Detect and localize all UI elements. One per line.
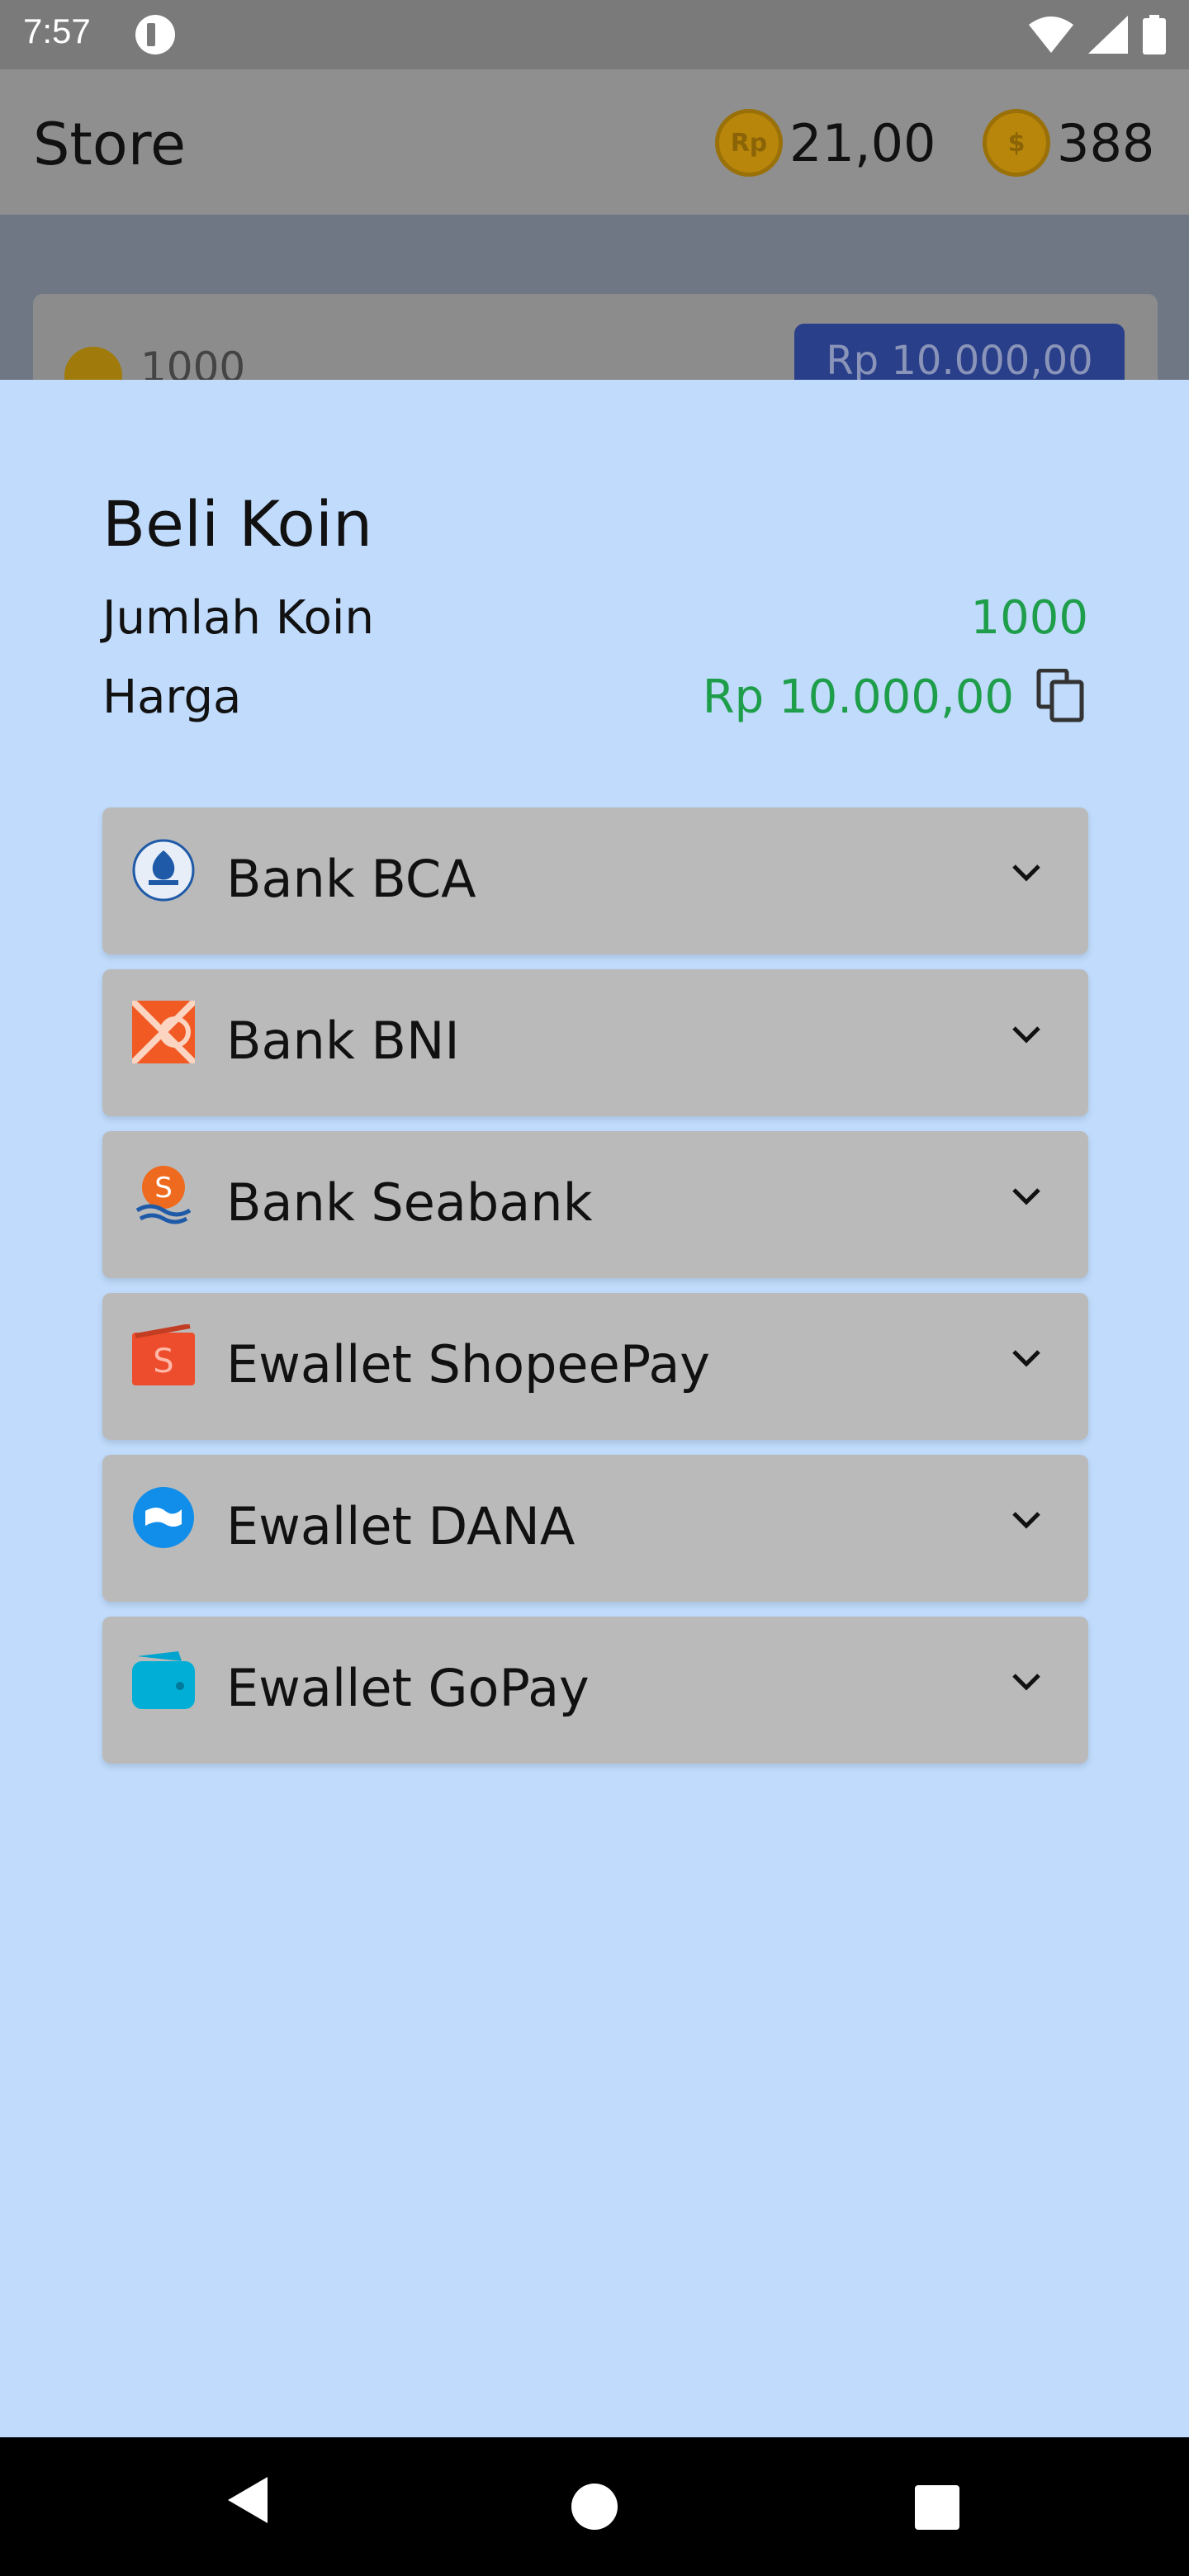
wifi-icon [1029, 17, 1073, 53]
payment-method-label: Bank BNI [226, 1011, 460, 1071]
rupiah-balance[interactable]: Rp 21,00 [715, 109, 936, 177]
svg-text:S: S [153, 1342, 173, 1380]
svg-text:S: S [154, 1172, 173, 1205]
payment-method-label: Bank Seabank [226, 1172, 593, 1233]
coin-count-value: 1000 [970, 591, 1088, 645]
payment-methods-list: Bank BCA Bank BNI S Bank Seabank S Ewall… [102, 807, 1088, 1778]
sheet-title: Beli Koin [102, 487, 373, 561]
status-time: 7:57 [23, 12, 91, 50]
payment-method-bni[interactable]: Bank BNI [102, 969, 1088, 1116]
recent-apps-icon[interactable] [915, 2485, 959, 2530]
signal-icon [1088, 16, 1128, 54]
payment-method-gopay[interactable]: Ewallet GoPay [102, 1617, 1088, 1764]
copy-icon[interactable] [1035, 669, 1085, 723]
chevron-down-icon [1012, 864, 1040, 882]
chevron-down-icon [1012, 1512, 1040, 1529]
chevron-down-icon [1012, 1188, 1040, 1205]
payment-method-dana[interactable]: Ewallet DANA [102, 1455, 1088, 1602]
shopeepay-logo-icon: S [132, 1324, 195, 1385]
payment-method-seabank[interactable]: S Bank Seabank [102, 1131, 1088, 1278]
payment-method-shopeepay[interactable]: S Ewallet ShopeePay [102, 1293, 1088, 1440]
gold-coin-icon: $ [983, 109, 1050, 177]
bca-logo-icon [132, 839, 195, 902]
status-bar: 7:57 [0, 0, 1189, 69]
payment-method-label: Ewallet DANA [226, 1496, 576, 1556]
price-value: Rp 10.000,00 [702, 670, 1014, 724]
app-notification-icon [135, 15, 175, 54]
payment-method-label: Bank BCA [226, 849, 476, 909]
buy-coin-sheet: Beli Koin Jumlah Koin 1000 Harga Rp 10.0… [0, 380, 1189, 2437]
seabank-logo-icon: S [135, 1166, 192, 1224]
system-nav-bar [0, 2437, 1189, 2576]
battery-icon [1143, 15, 1166, 54]
rupiah-coin-icon: Rp [715, 109, 783, 177]
status-icons [1029, 15, 1166, 54]
coin-balance[interactable]: $ 388 [983, 109, 1154, 177]
payment-method-label: Ewallet ShopeePay [226, 1334, 711, 1395]
payment-method-label: Ewallet GoPay [226, 1658, 590, 1718]
store-list-backdrop: 1000 Rp 10.000,00 [0, 215, 1189, 459]
app-header: Store Rp 21,00 $ 388 [0, 69, 1189, 215]
bni-logo-icon [132, 1001, 195, 1063]
back-icon[interactable] [223, 2474, 272, 2526]
chevron-down-icon [1012, 1350, 1040, 1367]
dana-logo-icon [133, 1487, 194, 1548]
gopay-logo-icon [132, 1651, 195, 1709]
home-icon[interactable] [571, 2484, 618, 2530]
payment-method-bca[interactable]: Bank BCA [102, 807, 1088, 954]
coin-count-label: Jumlah Koin [102, 591, 374, 645]
price-label: Harga [102, 670, 242, 724]
rupiah-balance-value: 21,00 [789, 112, 936, 173]
page-title: Store [33, 111, 187, 178]
chevron-down-icon [1012, 1026, 1040, 1044]
coin-balance-value: 388 [1057, 112, 1155, 173]
chevron-down-icon [1012, 1674, 1040, 1691]
